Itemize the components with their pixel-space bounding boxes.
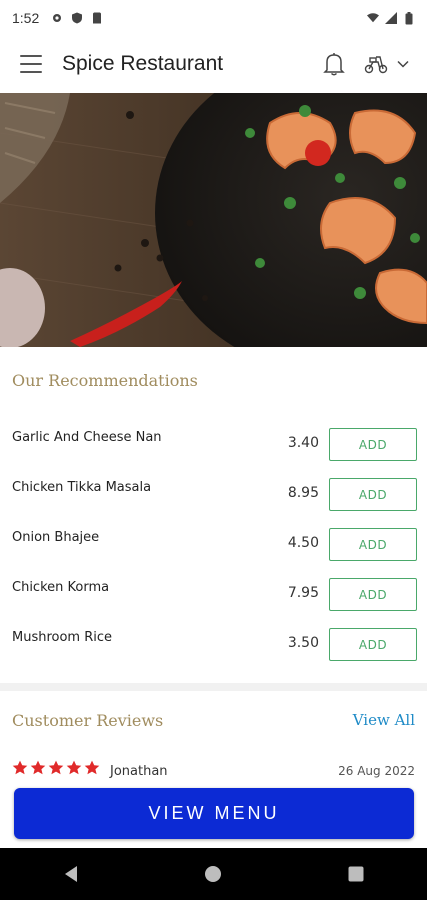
star-icon: [48, 760, 64, 775]
add-button[interactable]: ADD: [329, 478, 417, 511]
hamburger-menu-icon[interactable]: [20, 55, 42, 73]
item-name: Chicken Korma: [12, 580, 110, 595]
item-price: 4.50: [287, 535, 319, 551]
list-item: Chicken Tikka Masala 8.95 ADD: [0, 470, 427, 520]
status-bar: 1:52: [0, 0, 427, 36]
sim-card-icon: [91, 12, 103, 24]
star-icon: [66, 760, 82, 775]
view-menu-button[interactable]: VIEW MENU: [14, 788, 414, 839]
add-button[interactable]: ADD: [329, 628, 417, 661]
star-icon: [12, 760, 28, 775]
wifi-icon: [367, 12, 379, 24]
app-title: Spice Restaurant: [62, 52, 224, 75]
app-actions: [323, 52, 409, 76]
status-icons-right: [367, 11, 415, 24]
item-name: Chicken Tikka Masala: [12, 480, 152, 495]
delivery-scooter-dropdown[interactable]: [363, 54, 409, 74]
item-name: Mushroom Rice: [12, 630, 113, 645]
home-icon[interactable]: [193, 854, 233, 894]
cell-signal-icon: [385, 12, 397, 24]
item-name: Onion Bhajee: [12, 530, 100, 545]
item-price: 3.40: [287, 435, 319, 451]
recommendations-heading: Our Recommendations: [12, 371, 198, 390]
add-button[interactable]: ADD: [329, 428, 417, 461]
status-time: 1:52: [12, 10, 40, 26]
system-nav-bar: [0, 848, 427, 900]
recents-icon[interactable]: [336, 854, 376, 894]
list-item: Mushroom Rice 3.50 ADD: [0, 620, 427, 670]
reviews-heading: Customer Reviews: [12, 711, 164, 730]
settings-gear-icon: [51, 12, 63, 24]
status-icons-left: [51, 12, 103, 24]
reviewer-name: Jonathan: [110, 764, 168, 779]
recommendations-list: Garlic And Cheese Nan 3.40 ADD Chicken T…: [0, 420, 427, 670]
add-button[interactable]: ADD: [329, 528, 417, 561]
hero-food-image: [0, 93, 427, 347]
app-bar: Spice Restaurant: [0, 36, 427, 92]
item-price: 3.50: [287, 635, 319, 651]
section-divider: [0, 683, 427, 691]
star-icon: [84, 760, 100, 775]
star-icon: [30, 760, 46, 775]
notification-bell-icon[interactable]: [323, 52, 345, 76]
list-item: Garlic And Cheese Nan 3.40 ADD: [0, 420, 427, 470]
item-price: 8.95: [287, 485, 319, 501]
list-item: Onion Bhajee 4.50 ADD: [0, 520, 427, 570]
scooter-icon: [364, 56, 388, 74]
add-button[interactable]: ADD: [329, 578, 417, 611]
review-item: Jonathan 26 Aug 2022: [0, 760, 427, 786]
view-all-link[interactable]: View All: [353, 711, 415, 729]
review-date: 26 Aug 2022: [338, 764, 415, 778]
star-rating: [12, 760, 100, 776]
item-name: Garlic And Cheese Nan: [12, 430, 162, 445]
back-icon[interactable]: [51, 854, 91, 894]
battery-icon: [403, 11, 415, 24]
list-item: Chicken Korma 7.95 ADD: [0, 570, 427, 620]
shield-icon: [71, 12, 83, 24]
item-price: 7.95: [287, 585, 319, 601]
chevron-down-icon: [397, 60, 409, 68]
